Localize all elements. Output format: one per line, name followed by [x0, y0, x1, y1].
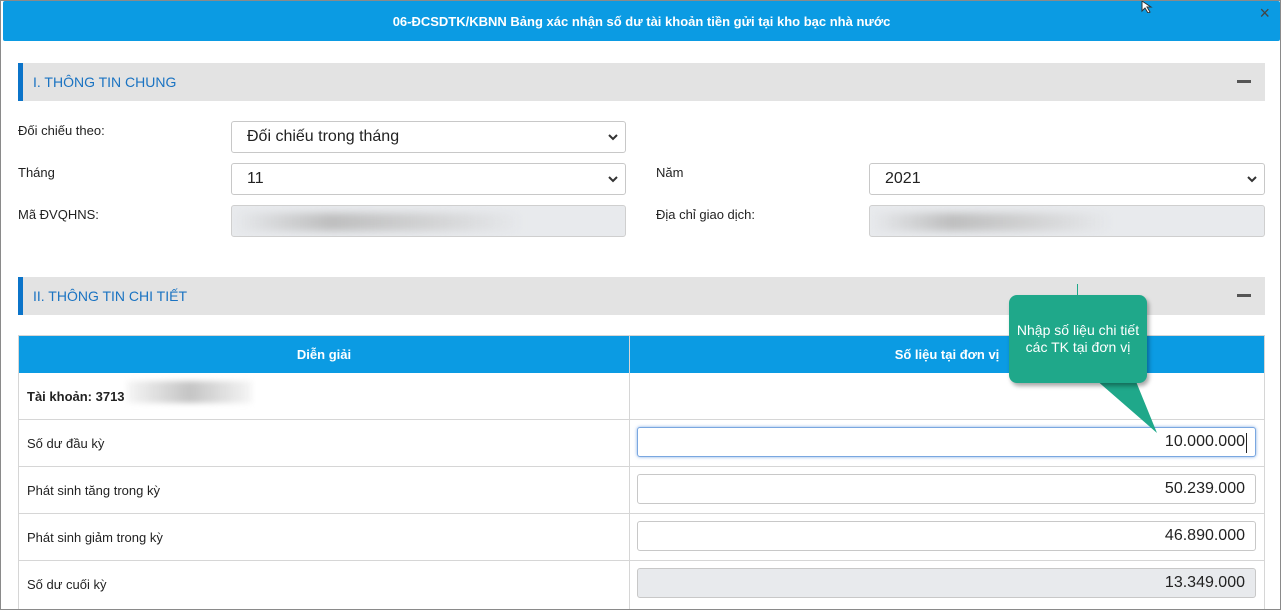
column-header-unit-value: Số liệu tại đơn vị: [630, 336, 1264, 373]
chevron-down-icon: [1247, 176, 1257, 183]
compare-by-select[interactable]: Đối chiếu trong tháng: [231, 121, 626, 153]
row-label: Số dư đầu kỳ: [27, 436, 105, 451]
month-label: Tháng: [18, 165, 55, 180]
collapse-icon[interactable]: [1237, 294, 1251, 297]
redacted-blur: [234, 213, 524, 231]
table-row: Số dư cuối kỳ 13.349.000: [19, 561, 1264, 608]
decrease-value: 46.890.000: [1164, 527, 1245, 544]
increase-input[interactable]: 50.239.000: [637, 474, 1256, 504]
column-header-description: Diễn giải: [19, 336, 629, 373]
address-field: [869, 205, 1265, 237]
compare-by-value: Đối chiếu trong tháng: [247, 128, 400, 145]
account-label: Tài khoản: 3713: [27, 389, 125, 404]
row-label: Phát sinh giảm trong kỳ: [27, 530, 163, 545]
unit-code-field: [231, 205, 626, 237]
opening-balance-value: 10.000.000: [1164, 433, 1245, 450]
increase-value: 50.239.000: [1164, 480, 1245, 497]
dialog-titlebar: 06-ĐCSDTK/KBNN Bảng xác nhận số dư tài k…: [3, 1, 1280, 41]
section-detail-title: II. THÔNG TIN CHI TIẾT: [33, 288, 188, 304]
table-row: Phát sinh giảm trong kỳ 46.890.000: [19, 514, 1264, 561]
dialog-window: 06-ĐCSDTK/KBNN Bảng xác nhận số dư tài k…: [0, 0, 1281, 610]
opening-balance-input[interactable]: 10.000.000: [637, 427, 1256, 457]
table-row: Phát sinh tăng trong kỳ 50.239.000: [19, 467, 1264, 514]
chevron-down-icon: [608, 176, 618, 183]
tooltip-pointer: [1095, 379, 1157, 433]
tooltip-callout: Nhập số liệu chi tiết các TK tại đơn vị: [1009, 295, 1147, 383]
mouse-cursor-icon: [1141, 1, 1153, 13]
tooltip-text: Nhập số liệu chi tiết các TK tại đơn vị: [1016, 322, 1140, 355]
collapse-icon[interactable]: [1237, 80, 1251, 83]
table-row: Số dư đầu kỳ 10.000.000: [19, 420, 1264, 467]
redacted-blur: [872, 213, 1112, 231]
close-button[interactable]: ×: [1259, 4, 1270, 22]
month-value: 11: [247, 170, 264, 187]
section-general-header[interactable]: I. THÔNG TIN CHUNG: [18, 63, 1265, 101]
text-caret: [1246, 433, 1247, 453]
year-select[interactable]: 2021: [869, 163, 1265, 195]
address-label: Địa chỉ giao dịch:: [656, 207, 755, 222]
chevron-down-icon: [608, 134, 618, 141]
year-value: 2021: [885, 170, 921, 187]
closing-balance-field: 13.349.000: [637, 568, 1256, 598]
closing-balance-value: 13.349.000: [1164, 574, 1245, 591]
month-select[interactable]: 11: [231, 163, 626, 195]
redacted-blur: [127, 381, 252, 403]
section-general-title: I. THÔNG TIN CHUNG: [33, 74, 177, 90]
compare-by-label: Đối chiếu theo:: [18, 123, 105, 138]
unit-code-label: Mã ĐVQHNS:: [18, 207, 99, 222]
row-label: Phát sinh tăng trong kỳ: [27, 483, 160, 498]
year-label: Năm: [656, 165, 684, 180]
row-label: Số dư cuối kỳ: [27, 577, 107, 592]
decrease-input[interactable]: 46.890.000: [637, 521, 1256, 551]
dialog-title: 06-ĐCSDTK/KBNN Bảng xác nhận số dư tài k…: [392, 13, 891, 29]
